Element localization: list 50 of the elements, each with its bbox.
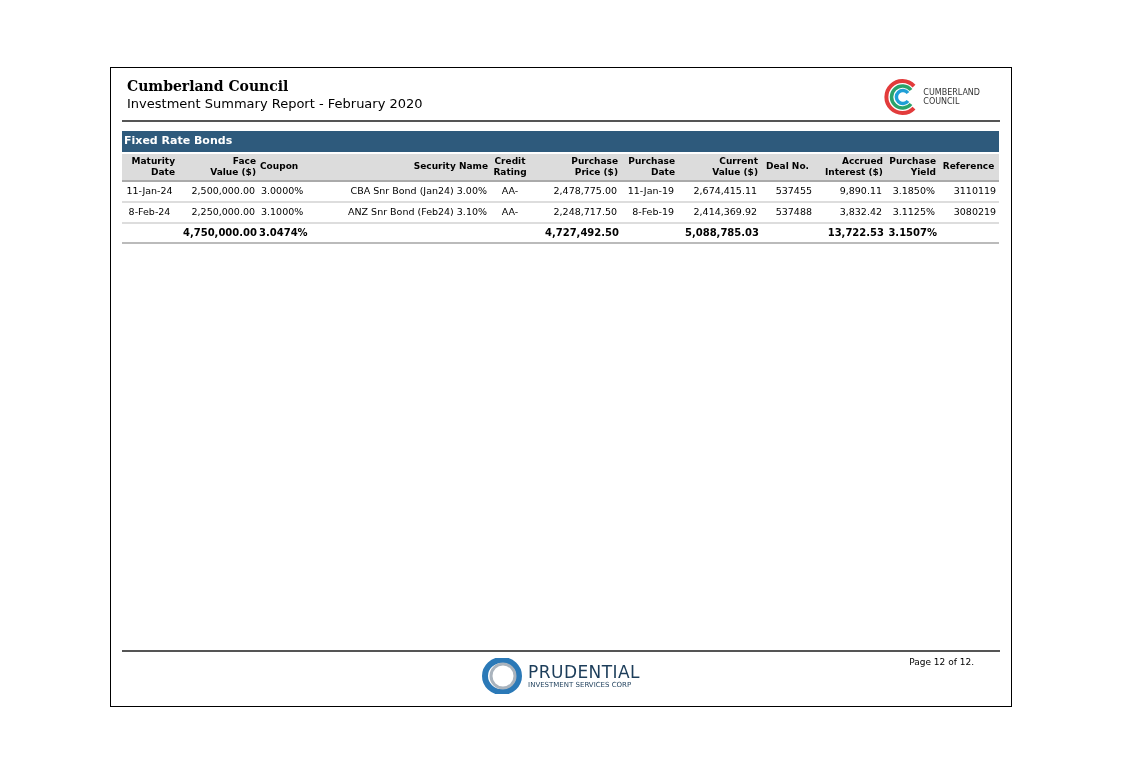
total-cell: 4,727,492.50 bbox=[530, 222, 620, 243]
report-title: Investment Summary Report - February 2020 bbox=[127, 95, 423, 112]
table-cell: 3.1000% bbox=[258, 201, 310, 223]
section-title: Fixed Rate Bonds bbox=[122, 131, 1000, 153]
table-cell: 2,414,369.92 bbox=[677, 201, 760, 223]
table-cell: 3.1125% bbox=[885, 201, 938, 223]
column-header: Current Value ($) bbox=[677, 152, 760, 181]
table-cell: 8-Feb-19 bbox=[620, 201, 677, 223]
column-header: Credit Rating bbox=[490, 152, 530, 181]
column-header: Deal No. bbox=[760, 152, 815, 181]
table-cell: 11-Jan-24 bbox=[122, 180, 177, 202]
logo-wordmark: PRUDENTIAL bbox=[528, 662, 640, 681]
council-logo-text: COUNCIL bbox=[923, 97, 961, 106]
table-cell: CBA Snr Bond (Jan24) 3.00% bbox=[310, 180, 490, 202]
total-cell: 3.1507% bbox=[885, 222, 938, 243]
column-header: Purchase Price ($) bbox=[530, 152, 620, 181]
table-cell: 2,674,415.11 bbox=[677, 180, 760, 202]
table-cell: 3110119 bbox=[938, 180, 1000, 202]
organization-name: Cumberland Council bbox=[127, 78, 290, 95]
table-cell: 537488 bbox=[760, 201, 815, 223]
ring-logo-icon bbox=[482, 658, 523, 694]
table-cell: ANZ Snr Bond (Feb24) 3.10% bbox=[310, 201, 490, 223]
table-cell: 3.1850% bbox=[885, 180, 938, 202]
table-cell: AA- bbox=[490, 201, 530, 223]
table-cell: 2,478,775.00 bbox=[530, 180, 620, 202]
total-cell: 5,088,785.03 bbox=[677, 222, 760, 243]
table-cell: 3,832.42 bbox=[815, 201, 885, 223]
total-cell: 13,722.53 bbox=[815, 222, 885, 243]
table-cell: 2,250,000.00 bbox=[177, 201, 258, 223]
table-cell: 2,500,000.00 bbox=[177, 180, 258, 202]
column-header: Accrued Interest ($) bbox=[815, 152, 885, 181]
column-header: Reference bbox=[938, 152, 1000, 181]
council-logo-text: CUMBERLAND bbox=[923, 88, 980, 97]
table-cell: 2,248,717.50 bbox=[530, 201, 620, 223]
table-cell: 9,890.11 bbox=[815, 180, 885, 202]
column-header: Purchase Date bbox=[620, 152, 677, 181]
table-cell: 537455 bbox=[760, 180, 815, 202]
table-cell: AA- bbox=[490, 180, 530, 202]
table-cell: 3.0000% bbox=[258, 180, 310, 202]
total-cell: 4,750,000.00 bbox=[177, 222, 258, 243]
column-header: Purchase Yield bbox=[885, 152, 938, 181]
table-cell: 11-Jan-19 bbox=[620, 180, 677, 202]
table-cell: 3080219 bbox=[938, 201, 1000, 223]
total-cell: 3.0474% bbox=[258, 222, 310, 243]
column-header: Face Value ($) bbox=[177, 152, 258, 181]
column-header: Security Name bbox=[310, 152, 490, 181]
page-number: Page 12 of 12. bbox=[909, 656, 974, 669]
column-header: Maturity Date bbox=[122, 152, 177, 181]
column-header: Coupon bbox=[258, 152, 310, 181]
table-cell: 8-Feb-24 bbox=[122, 201, 177, 223]
